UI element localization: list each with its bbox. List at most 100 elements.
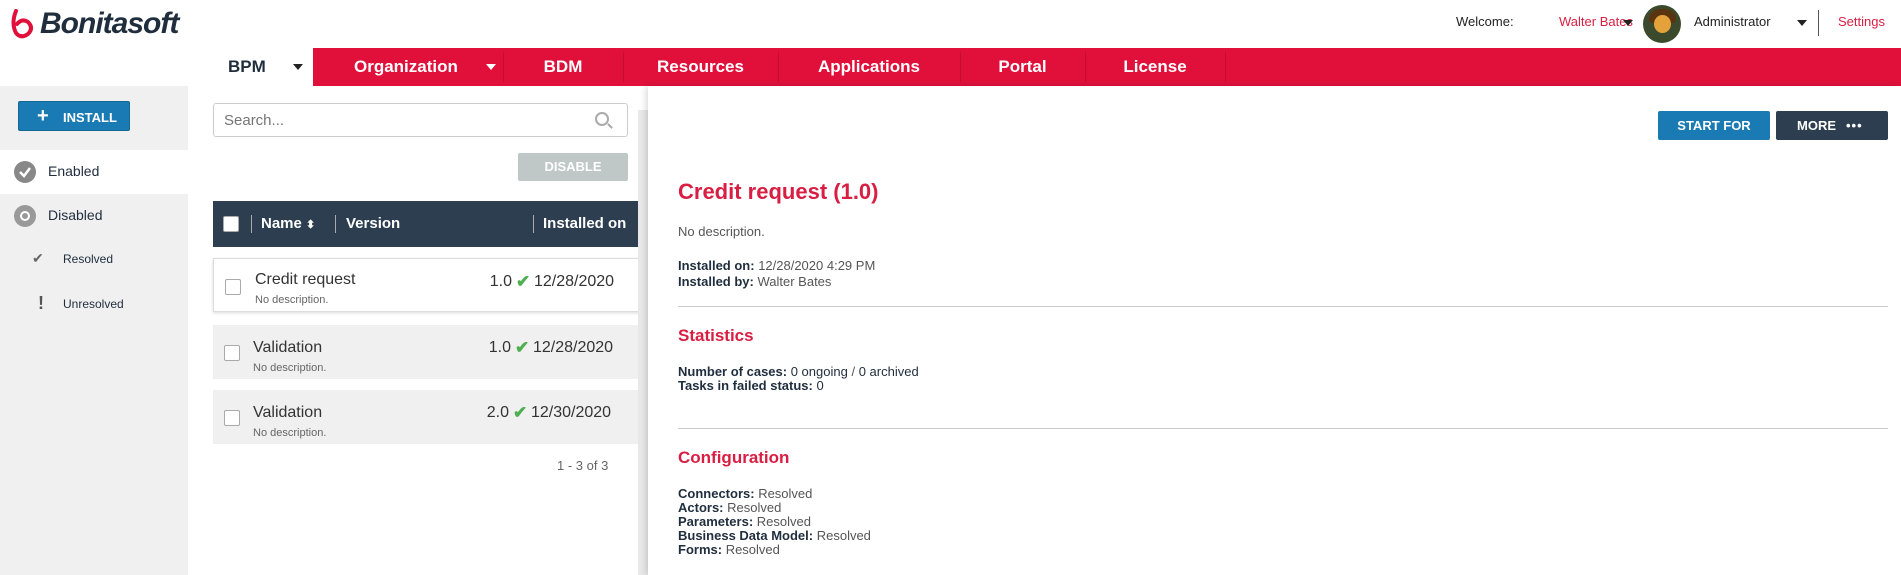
organization-chevron-down-icon [486, 64, 496, 70]
plus-icon: + [37, 105, 49, 127]
table-header: Name ⬍ Version Installed on [213, 201, 648, 247]
tab-applications[interactable]: Applications [778, 48, 960, 86]
sidebar-item-resolved[interactable]: ✔ Resolved [0, 240, 188, 280]
detail-description: No description. [678, 224, 765, 239]
cases-ongoing-link[interactable]: 0 ongoing [791, 364, 848, 379]
main-nav: BPM Organization BDM Resources Applicati… [0, 48, 1901, 86]
config-value: Resolved [727, 500, 782, 515]
tab-resources[interactable]: Resources [623, 48, 778, 86]
install-label: INSTALL [63, 110, 117, 125]
search-icon[interactable] [595, 112, 609, 126]
left-sidebar: + INSTALL Enabled Disabled ✔ Resolved ! … [0, 86, 188, 575]
logo-text: Bonitasoft [40, 7, 179, 40]
settings-link[interactable]: Settings [1838, 14, 1885, 29]
sidebar-item-label: Resolved [63, 252, 114, 266]
row-version: 2.0 [486, 404, 509, 421]
cases-separator: / [851, 364, 856, 379]
column-header-installed-on: Installed on [543, 215, 627, 232]
list-scrollbar[interactable] [638, 110, 648, 575]
user-name[interactable]: Walter Bates [1559, 14, 1633, 29]
check-circle-icon [14, 161, 36, 183]
check-icon: ✔ [516, 272, 531, 291]
tab-applications-label: Applications [817, 57, 920, 76]
config-label: Parameters: [678, 514, 754, 529]
user-menu-chevron-down-icon[interactable] [1623, 20, 1633, 26]
cases-archived-link[interactable]: 0 archived [859, 364, 919, 379]
sidebar-item-label: Enabled [48, 163, 100, 179]
tab-portal-label: Portal [998, 57, 1047, 76]
check-icon: ✔ [515, 338, 530, 357]
sidebar-item-unresolved[interactable]: ! Unresolved [0, 285, 188, 325]
role-label[interactable]: Administrator [1694, 14, 1771, 29]
tab-bpm[interactable]: BPM [188, 48, 313, 86]
avatar[interactable] [1643, 5, 1681, 43]
row-checkbox[interactable] [224, 345, 240, 361]
statistics-heading: Statistics [678, 326, 754, 345]
config-value: Resolved [758, 486, 813, 501]
nav-separator [1225, 52, 1226, 82]
search-input[interactable] [213, 103, 628, 137]
pagination-info: 1 - 3 of 3 [557, 458, 609, 473]
cases-label: Number of cases: [678, 364, 788, 379]
config-connectors: Connectors: Resolved [678, 486, 812, 501]
installed-on-value: 12/28/2020 4:29 PM [758, 258, 876, 273]
tab-portal[interactable]: Portal [960, 48, 1085, 86]
more-label: MORE [1797, 118, 1836, 133]
config-label: Actors: [678, 500, 724, 515]
row-version: 1.0 [488, 339, 511, 356]
column-header-name-label: Name [261, 215, 302, 232]
config-parameters: Parameters: Resolved [678, 514, 811, 529]
sidebar-item-enabled[interactable]: Enabled [0, 150, 188, 194]
sort-icon: ⬍ [306, 219, 316, 231]
row-description: No description. [253, 427, 327, 439]
row-description: No description. [255, 294, 329, 306]
tab-bdm[interactable]: BDM [503, 48, 623, 86]
header-divider [533, 215, 534, 233]
config-value: Resolved [725, 542, 780, 557]
header-divider [1818, 10, 1819, 36]
column-header-name[interactable]: Name ⬍ [261, 215, 315, 232]
header-divider [335, 215, 336, 233]
start-for-button[interactable]: START FOR [1658, 111, 1770, 140]
detail-panel [648, 86, 1901, 575]
checkmark-icon: ✔ [32, 250, 44, 266]
installed-on-line: Installed on: 12/28/2020 4:29 PM [678, 258, 875, 273]
failed-tasks-link[interactable]: 0 [816, 378, 823, 393]
failed-tasks-line: Tasks in failed status: 0 [678, 378, 824, 393]
disabled-circle-icon [14, 205, 36, 227]
top-header: Bonitasoft Welcome: Walter Bates Adminis… [0, 0, 1901, 48]
row-description: No description. [253, 362, 327, 374]
tab-license[interactable]: License [1085, 48, 1225, 86]
select-all-checkbox[interactable] [223, 216, 239, 232]
bonitasoft-logo[interactable]: Bonitasoft [8, 6, 179, 42]
row-name: Validation [253, 404, 323, 421]
row-installed-on: 12/28/2020 [534, 273, 615, 290]
exclamation-icon: ! [38, 293, 44, 313]
tab-bdm-label: BDM [543, 57, 583, 76]
tab-organization-label: Organization [354, 57, 458, 76]
installed-by-label: Installed by: [678, 274, 754, 289]
config-bdm: Business Data Model: Resolved [678, 528, 871, 543]
installed-on-label: Installed on: [678, 258, 755, 273]
installed-by-line: Installed by: Walter Bates [678, 274, 831, 289]
tab-organization[interactable]: Organization [313, 48, 503, 86]
table-row[interactable]: Validation No description. 1.0 ✔ 12/28/2… [213, 325, 648, 379]
role-menu-chevron-down-icon[interactable] [1797, 20, 1807, 26]
table-row[interactable]: Validation No description. 2.0 ✔ 12/30/2… [213, 390, 648, 444]
row-name: Validation [253, 339, 323, 356]
failed-tasks-label: Tasks in failed status: [678, 378, 813, 393]
bpm-chevron-down-icon [293, 64, 303, 70]
more-button[interactable]: MORE ••• [1776, 111, 1888, 140]
row-installed-on: 12/28/2020 [533, 339, 614, 356]
row-checkbox[interactable] [225, 279, 241, 295]
sidebar-item-disabled[interactable]: Disabled [0, 194, 188, 238]
table-row[interactable]: Credit request No description. 1.0 ✔ 12/… [213, 258, 648, 312]
divider [678, 306, 1888, 307]
config-actors: Actors: Resolved [678, 500, 781, 515]
row-checkbox[interactable] [224, 410, 240, 426]
install-button[interactable]: + INSTALL [18, 101, 130, 131]
row-name: Credit request [255, 271, 356, 288]
divider [678, 428, 1888, 429]
disable-button[interactable]: DISABLE [518, 153, 628, 181]
configuration-heading: Configuration [678, 448, 790, 467]
